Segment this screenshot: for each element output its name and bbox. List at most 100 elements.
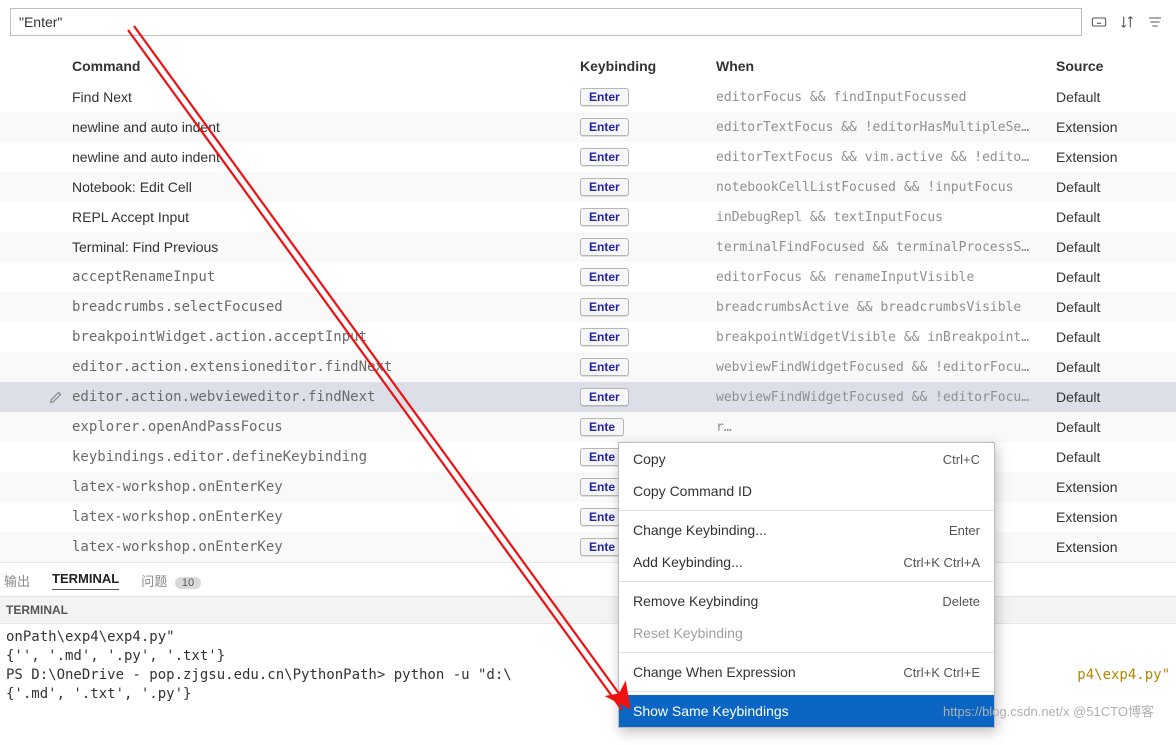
menu-item-shortcut: Ctrl+C <box>943 452 980 467</box>
terminal-right-fragment: p4\exp4.py" <box>1077 666 1170 685</box>
table-row[interactable]: keybindings.editor.defineKeybindingEnteD… <box>0 442 1176 472</box>
cell-command: editor.action.extensioneditor.findNext <box>72 359 580 375</box>
cell-source: Default <box>1056 89 1176 105</box>
cell-command: latex-workshop.onEnterKey <box>72 479 580 495</box>
table-row[interactable]: breadcrumbs.selectFocusedEnterbreadcrumb… <box>0 292 1176 322</box>
table-row[interactable]: latex-workshop.onEnterKeyEntecept…Extens… <box>0 502 1176 532</box>
cell-keybinding: Enter <box>580 178 716 196</box>
key-tag: Enter <box>580 208 629 226</box>
menu-item-label: Change When Expression <box>633 664 796 680</box>
cell-command: newline and auto indent <box>72 119 580 135</box>
table-row[interactable]: Notebook: Edit CellEnternotebookCellList… <box>0 172 1176 202</box>
cell-source: Default <box>1056 269 1176 285</box>
cell-source: Default <box>1056 449 1176 465</box>
menu-separator <box>619 510 994 511</box>
key-tag: Enter <box>580 178 629 196</box>
table-row[interactable]: Terminal: Find PreviousEnterterminalFind… <box>0 232 1176 262</box>
menu-item-label: Copy <box>633 451 666 467</box>
cell-source: Default <box>1056 419 1176 435</box>
keybindings-search-row <box>0 0 1176 42</box>
cell-command: breadcrumbs.selectFocused <box>72 299 580 315</box>
context-menu[interactable]: Copy Ctrl+C Copy Command ID Change Keybindi… <box>618 442 995 728</box>
menu-item-change-keybinding[interactable]: Change Keybinding...Enter <box>619 514 994 546</box>
table-row[interactable]: newline and auto indentEntereditorTextFo… <box>0 112 1176 142</box>
problems-count-badge: 10 <box>175 577 201 589</box>
terminal-line-3: {'.md', '.txt', '.py'} <box>6 686 191 702</box>
header-command[interactable]: Command <box>72 58 580 74</box>
table-row[interactable]: editor.action.extensioneditor.findNextEn… <box>0 352 1176 382</box>
panel-tabs: 输出 TERMINAL 问题 10 <box>0 562 1176 596</box>
cell-command: Terminal: Find Previous <box>72 239 580 255</box>
cell-keybinding: Enter <box>580 358 716 376</box>
key-tag: Ente <box>580 418 624 436</box>
cell-when: editorTextFocus && vim.active && !edito… <box>716 150 1056 165</box>
menu-item-copy[interactable]: Copy Ctrl+C <box>619 443 994 475</box>
cell-when: webviewFindWidgetFocused && !editorFocu… <box>716 360 1056 375</box>
menu-item-copy-command-id[interactable]: Copy Command ID <box>619 475 994 507</box>
cell-keybinding: Enter <box>580 148 716 166</box>
cell-when: editorFocus && findInputFocussed <box>716 90 1056 105</box>
tab-terminal[interactable]: TERMINAL <box>52 571 119 590</box>
table-row[interactable]: latex-workshop.onEnterKeyEntetFo…Extensi… <box>0 472 1176 502</box>
table-header: Command Keybinding When Source <box>0 42 1176 82</box>
terminal-body[interactable]: onPath\exp4\exp4.py" {'', '.md', '.py', … <box>0 624 1176 704</box>
key-tag: Enter <box>580 238 629 256</box>
search-input[interactable] <box>10 8 1082 36</box>
key-tag: Enter <box>580 148 629 166</box>
sort-icon[interactable] <box>1116 11 1138 33</box>
cell-command: latex-workshop.onEnterKey <box>72 509 580 525</box>
terminal-line-1: {'', '.md', '.py', '.txt'} <box>6 648 225 664</box>
cell-source: Default <box>1056 209 1176 225</box>
cell-source: Default <box>1056 359 1176 375</box>
key-tag: Enter <box>580 118 629 136</box>
menu-separator <box>619 652 994 653</box>
filter-icon[interactable] <box>1144 11 1166 33</box>
menu-item-change-when-expression[interactable]: Change When ExpressionCtrl+K Ctrl+E <box>619 656 994 688</box>
header-source[interactable]: Source <box>1056 58 1176 74</box>
menu-item-label: Show Same Keybindings <box>633 703 789 719</box>
cell-when: r… <box>716 420 1056 435</box>
table-row[interactable]: newline and auto indentEnter editorTextFo… <box>0 142 1176 172</box>
table-row[interactable]: Find NextEntereditorFocus && findInputFo… <box>0 82 1176 112</box>
cell-keybinding: Enter <box>580 298 716 316</box>
edit-icon[interactable] <box>40 389 72 405</box>
menu-item-shortcut: Enter <box>949 523 980 538</box>
menu-item-add-keybinding[interactable]: Add Keybinding...Ctrl+K Ctrl+A <box>619 546 994 578</box>
table-row[interactable]: latex-workshop.onEnterKeyEntetFo…Extensi… <box>0 532 1176 562</box>
cell-keybinding: Enter <box>580 388 716 406</box>
cell-when: editorFocus && renameInputVisible <box>716 270 1056 285</box>
table-row[interactable]: editor.action.webvieweditor.findNextEnte… <box>0 382 1176 412</box>
cell-keybinding: Enter <box>580 88 716 106</box>
cell-when: breakpointWidgetVisible && inBreakpoint… <box>716 330 1056 345</box>
header-keybinding[interactable]: Keybinding <box>580 58 716 74</box>
key-tag: Enter <box>580 358 629 376</box>
cell-when: webviewFindWidgetFocused && !editorFocu… <box>716 390 1056 405</box>
cell-source: Default <box>1056 179 1176 195</box>
cell-source: Default <box>1056 299 1176 315</box>
menu-item-label: Reset Keybinding <box>633 625 743 641</box>
menu-item-remove-keybinding[interactable]: Remove KeybindingDelete <box>619 585 994 617</box>
menu-separator <box>619 581 994 582</box>
cell-command: newline and auto indent <box>72 149 580 165</box>
tab-problems[interactable]: 问题 10 <box>141 571 201 590</box>
cell-source: Extension <box>1056 539 1176 555</box>
keyboard-icon[interactable] <box>1088 11 1110 33</box>
header-when[interactable]: When <box>716 58 1056 74</box>
cell-source: Extension <box>1056 119 1176 135</box>
key-tag: Enter <box>580 268 629 286</box>
keybindings-rows: Find NextEntereditorFocus && findInputFo… <box>0 82 1176 562</box>
cell-when: inDebugRepl && textInputFocus <box>716 210 1056 225</box>
cell-when: breadcrumbsActive && breadcrumbsVisible <box>716 300 1056 315</box>
cell-source: Default <box>1056 239 1176 255</box>
table-row[interactable]: acceptRenameInputEntereditorFocus && ren… <box>0 262 1176 292</box>
cell-command: explorer.openAndPassFocus <box>72 419 580 435</box>
menu-item-label: Add Keybinding... <box>633 554 743 570</box>
cell-source: Default <box>1056 329 1176 345</box>
table-row[interactable]: explorer.openAndPassFocusEnte r…Default <box>0 412 1176 442</box>
cell-command: REPL Accept Input <box>72 209 580 225</box>
tab-output[interactable]: 输出 <box>4 571 30 590</box>
table-row[interactable]: REPL Accept InputEnter inDebugRepl && tex… <box>0 202 1176 232</box>
menu-item-show-same-keybindings[interactable]: Show Same Keybindings <box>619 695 994 727</box>
table-row[interactable]: breakpointWidget.action.acceptInputEnter… <box>0 322 1176 352</box>
cell-command: breakpointWidget.action.acceptInput <box>72 329 580 345</box>
